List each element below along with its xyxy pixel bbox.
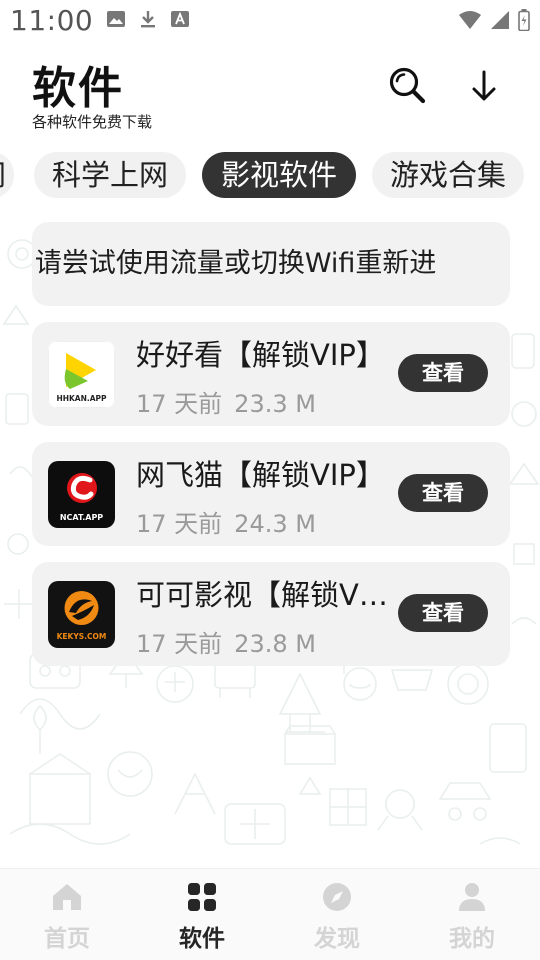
status-bar: 11:00 (0, 0, 540, 44)
app-file-size: 23.3 M (234, 390, 316, 418)
signal-icon (490, 10, 510, 30)
app-updated-time: 17 天前 (136, 510, 223, 538)
tab-science-internet[interactable]: 科学上网 (34, 152, 186, 198)
view-button[interactable]: 查看 (398, 354, 488, 392)
app-icon-label: NCAT.APP (60, 513, 103, 522)
status-system-icons (458, 9, 530, 31)
nav-item-home[interactable]: 首页 (17, 869, 117, 960)
search-button[interactable] (386, 64, 430, 108)
app-name: 可可影视【解锁VIP】 (136, 578, 388, 612)
status-notifications (106, 9, 190, 29)
wifi-icon (458, 10, 482, 30)
status-clock: 11:00 (10, 4, 94, 37)
nav-label: 软件 (179, 926, 225, 952)
view-button[interactable]: 查看 (398, 594, 488, 632)
home-icon (51, 881, 83, 913)
app-icon-label: HHKAN.APP (56, 394, 107, 403)
app-name: 好好看【解锁VIP】 (136, 338, 385, 372)
bottom-nav: 首页 软件 发现 我的 (0, 868, 540, 960)
app-meta: 17 天前 24.3 M (136, 504, 316, 539)
image-icon (106, 9, 126, 29)
app-icon-label: KEKYS.COM (57, 632, 107, 641)
page-title: 软件 (32, 63, 124, 114)
app-icon-haohaokan: HHKAN.APP (48, 341, 115, 408)
category-tabs: 网 科学上网 影视软件 游戏合集 (0, 152, 540, 200)
nav-label: 我的 (449, 926, 495, 952)
search-icon (386, 64, 430, 108)
tab-game-collection[interactable]: 游戏合集 (372, 152, 524, 198)
nav-item-discover[interactable]: 发现 (287, 869, 387, 960)
nav-item-mine[interactable]: 我的 (422, 869, 522, 960)
notice-text: !请尝试使用流量或切换Wifi重新进 (32, 248, 437, 279)
view-button[interactable]: 查看 (398, 474, 488, 512)
app-updated-time: 17 天前 (136, 390, 223, 418)
text-a-icon (170, 9, 190, 29)
tab-partial[interactable]: 网 (0, 152, 14, 198)
app-meta: 17 天前 23.8 M (136, 624, 316, 659)
app-file-size: 24.3 M (234, 510, 316, 538)
arrow-down-icon (462, 64, 506, 108)
compass-icon (321, 881, 353, 913)
nav-label: 首页 (44, 926, 90, 952)
user-icon (456, 881, 488, 913)
download-icon (138, 9, 158, 29)
nav-label: 发现 (314, 926, 360, 952)
download-button[interactable] (462, 64, 506, 108)
battery-icon (518, 9, 530, 31)
app-meta: 17 天前 23.3 M (136, 384, 316, 419)
page-subtitle: 各种软件免费下载 (32, 113, 153, 131)
app-icon-wangfeimao: NCAT.APP (48, 461, 115, 528)
notice-banner: !请尝试使用流量或切换Wifi重新进 (32, 222, 510, 306)
app-name: 网飞猫【解锁VIP】 (136, 458, 385, 492)
app-updated-time: 17 天前 (136, 630, 223, 658)
app-card-wangfeimao[interactable]: NCAT.APP 网飞猫【解锁VIP】 17 天前 24.3 M 查看 (32, 442, 510, 546)
app-icon-keke: KEKYS.COM (48, 581, 115, 648)
nav-item-software[interactable]: 软件 (152, 869, 252, 960)
app-card-haohaokan[interactable]: HHKAN.APP 好好看【解锁VIP】 17 天前 23.3 M 查看 (32, 322, 510, 426)
apps-grid-icon (186, 881, 218, 913)
tab-video-software[interactable]: 影视软件 (202, 152, 356, 198)
app-file-size: 23.8 M (234, 630, 316, 658)
app-card-keke[interactable]: KEKYS.COM 可可影视【解锁VIP】 17 天前 23.8 M 查看 (32, 562, 510, 666)
